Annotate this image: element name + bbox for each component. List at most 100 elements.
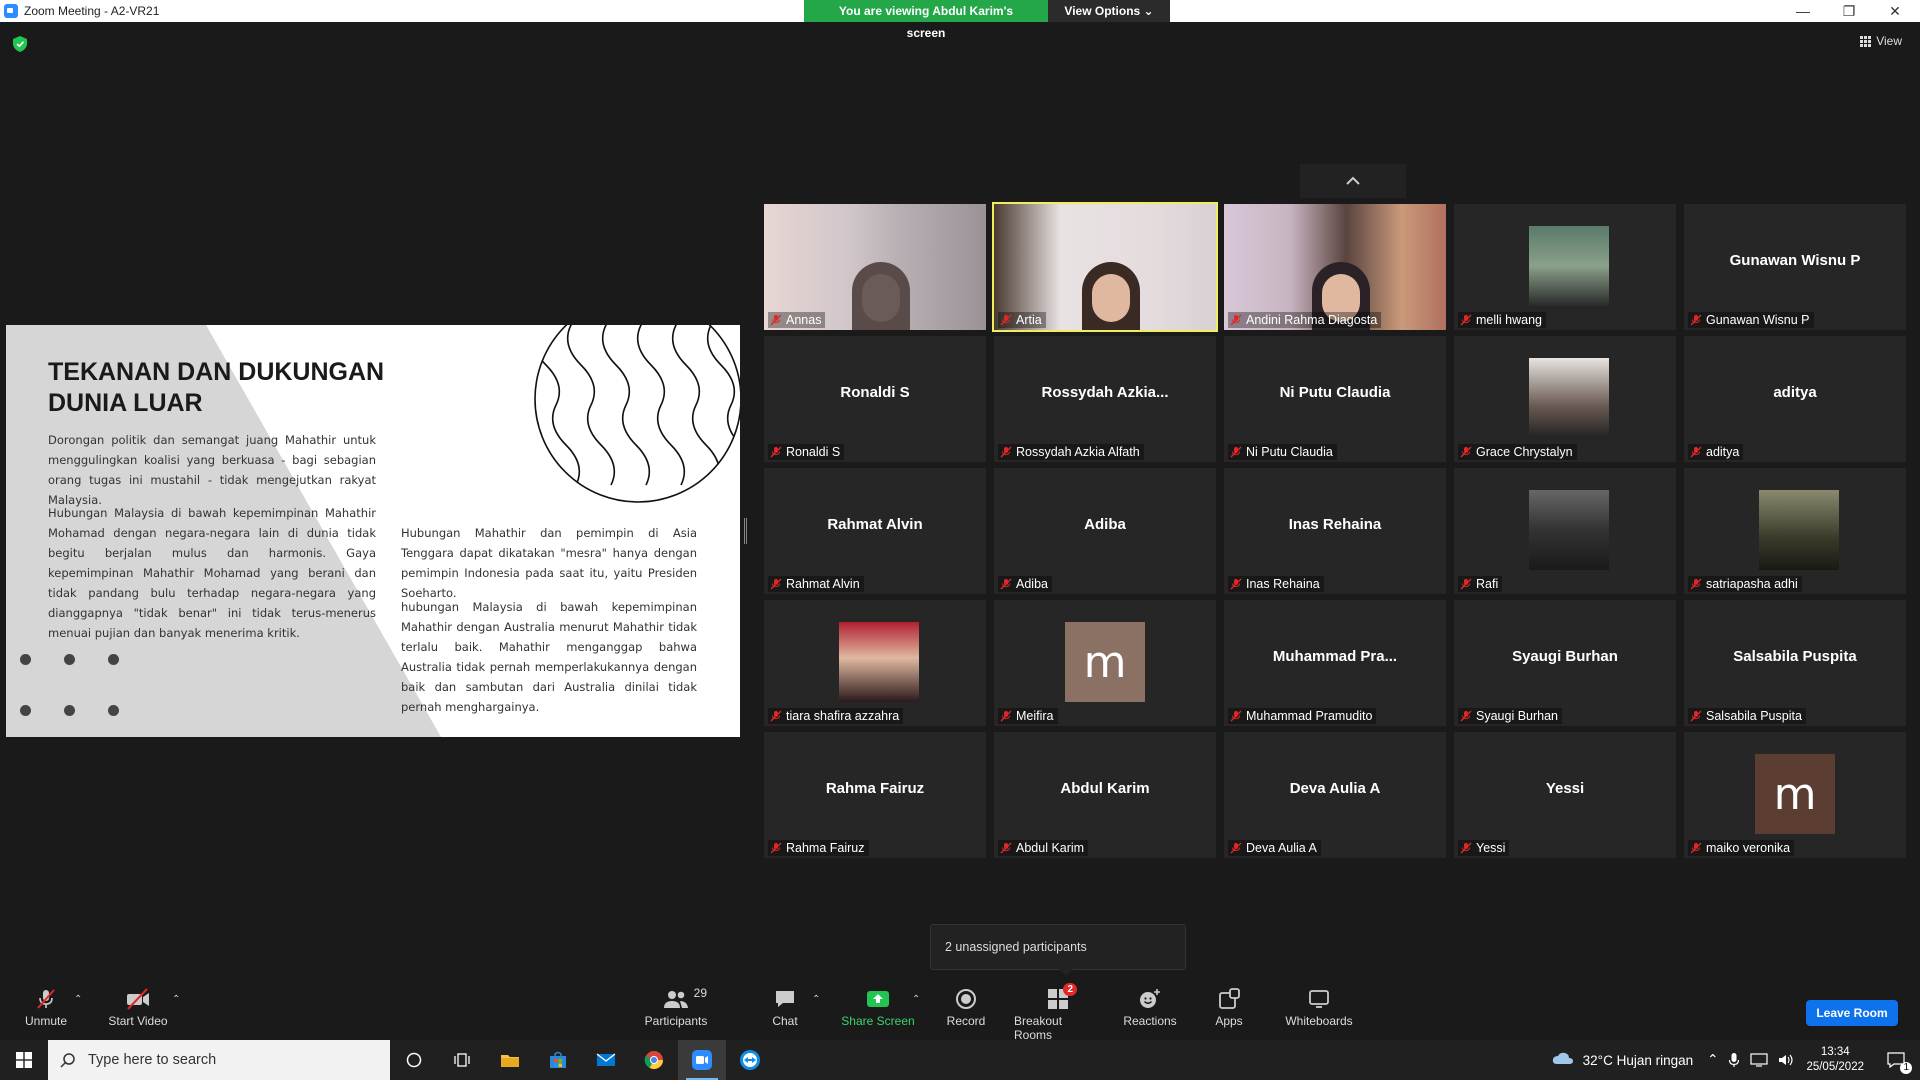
apps-button[interactable]: Apps bbox=[1214, 986, 1244, 1028]
video-options-caret[interactable]: ⌃ bbox=[172, 994, 180, 1005]
slide-paragraph-2: Hubungan Malaysia di bawah kepemimpinan … bbox=[48, 506, 376, 640]
participant-name: Grace Chrystalyn bbox=[1476, 445, 1573, 459]
participant-tile[interactable]: Deva Aulia A Deva Aulia A bbox=[1224, 732, 1446, 858]
participant-tile[interactable]: Ronaldi S Ronaldi S bbox=[764, 336, 986, 462]
participant-photo bbox=[1529, 226, 1609, 306]
participant-tile[interactable]: melli hwang bbox=[1454, 204, 1676, 330]
participant-tile[interactable]: satriapasha adhi bbox=[1684, 468, 1906, 594]
participant-tile[interactable]: Adiba Adiba bbox=[994, 468, 1216, 594]
participant-display-name: aditya bbox=[1773, 384, 1817, 401]
record-button[interactable]: Record bbox=[946, 986, 986, 1028]
participant-tile[interactable]: Inas Rehaina Inas Rehaina bbox=[1224, 468, 1446, 594]
participant-tile[interactable]: Annas bbox=[764, 204, 986, 330]
taskbar-clock[interactable]: 13:34 25/05/2022 bbox=[1806, 1045, 1864, 1075]
zoom-taskbar-icon[interactable] bbox=[678, 1040, 726, 1080]
muted-mic-icon bbox=[1690, 314, 1702, 326]
participant-tile[interactable]: Gunawan Wisnu P Gunawan Wisnu P bbox=[1684, 204, 1906, 330]
participant-tile[interactable]: Rahmat Alvin Rahmat Alvin bbox=[764, 468, 986, 594]
close-icon[interactable]: ✕ bbox=[1872, 0, 1918, 22]
share-screen-button[interactable]: Share Screen bbox=[840, 986, 916, 1028]
participant-name: Rossydah Azkia Alfath bbox=[1016, 445, 1140, 459]
wave-pattern bbox=[535, 325, 740, 486]
tray-overflow-icon[interactable]: ⌃ bbox=[1707, 1052, 1718, 1068]
audio-options-caret[interactable]: ⌃ bbox=[74, 994, 82, 1005]
start-button[interactable] bbox=[0, 1040, 48, 1080]
volume-icon[interactable] bbox=[1778, 1053, 1794, 1067]
teamviewer-icon[interactable] bbox=[726, 1040, 774, 1080]
notifications-button[interactable]: 1 bbox=[1878, 1052, 1914, 1074]
chrome-icon[interactable] bbox=[630, 1040, 678, 1080]
weather-text[interactable]: 32°C Hujan ringan bbox=[1583, 1053, 1693, 1068]
system-tray: 32°C Hujan ringan ⌃ 13:34 25/05/2022 1 bbox=[1551, 1040, 1920, 1080]
view-layout-button[interactable]: View bbox=[1860, 34, 1902, 48]
chat-options-caret[interactable]: ⌃ bbox=[812, 994, 820, 1005]
chat-icon bbox=[776, 991, 794, 1007]
participant-name-label: Salsabila Puspita bbox=[1688, 708, 1806, 724]
windows-taskbar: Type here to search 32°C Hujan ringan ⌃ … bbox=[0, 1040, 1920, 1080]
chat-button[interactable]: Chat bbox=[770, 986, 800, 1028]
participant-name-label: tiara shafira azzahra bbox=[768, 708, 904, 724]
participant-avatar: m bbox=[1065, 622, 1145, 702]
gallery-scroll-up-button[interactable] bbox=[1300, 164, 1406, 198]
share-options-caret[interactable]: ⌃ bbox=[912, 994, 920, 1005]
leave-room-button[interactable]: Leave Room bbox=[1806, 1000, 1898, 1026]
microphone-in-use-icon[interactable] bbox=[1728, 1052, 1740, 1068]
participant-name-label: Annas bbox=[768, 312, 826, 328]
chevron-up-icon bbox=[1346, 176, 1360, 185]
participant-tile[interactable]: Muhammad Pra... Muhammad Pramudito bbox=[1224, 600, 1446, 726]
whiteboards-button[interactable]: Whiteboards bbox=[1284, 986, 1354, 1028]
encryption-shield-icon[interactable] bbox=[13, 36, 27, 52]
muted-mic-icon bbox=[1000, 842, 1012, 854]
participant-tile[interactable]: Ni Putu Claudia Ni Putu Claudia bbox=[1224, 336, 1446, 462]
muted-mic-icon bbox=[1000, 446, 1012, 458]
split-view-divider[interactable] bbox=[744, 518, 747, 544]
microsoft-store-icon[interactable] bbox=[534, 1040, 582, 1080]
participant-tile[interactable]: m Meifira bbox=[994, 600, 1216, 726]
participant-tile[interactable]: m maiko veronika bbox=[1684, 732, 1906, 858]
breakout-rooms-button[interactable]: 2 Breakout Rooms bbox=[1014, 983, 1102, 1042]
muted-mic-icon bbox=[1690, 446, 1702, 458]
reactions-button[interactable]: Reactions bbox=[1123, 986, 1177, 1028]
participant-tile[interactable]: aditya aditya bbox=[1684, 336, 1906, 462]
participant-tile[interactable]: Syaugi Burhan Syaugi Burhan bbox=[1454, 600, 1676, 726]
participants-button[interactable]: 29 Participants bbox=[640, 986, 712, 1028]
participant-name: Rafi bbox=[1476, 577, 1499, 591]
participant-display-name: Adiba bbox=[1084, 516, 1126, 533]
participant-tile[interactable]: Andini Rahma Diagosta bbox=[1224, 204, 1446, 330]
slide-paragraph-4: hubungan Malaysia di bawah kepemimpinan … bbox=[401, 600, 697, 714]
participant-name: Gunawan Wisnu P bbox=[1706, 313, 1810, 327]
restore-icon[interactable]: ❐ bbox=[1826, 0, 1872, 22]
participant-photo bbox=[1529, 358, 1609, 438]
participant-display-name: Abdul Karim bbox=[1060, 780, 1150, 797]
cortana-icon[interactable] bbox=[390, 1040, 438, 1080]
participant-tile[interactable]: tiara shafira azzahra bbox=[764, 600, 986, 726]
participant-tile[interactable]: Salsabila Puspita Salsabila Puspita bbox=[1684, 600, 1906, 726]
minimize-icon[interactable]: — bbox=[1780, 0, 1826, 22]
slide-title: TEKANAN DAN DUKUNGAN DUNIA LUAR bbox=[48, 358, 385, 417]
participant-photo bbox=[839, 622, 919, 702]
window-title: Zoom Meeting - A2-VR21 bbox=[24, 4, 160, 18]
muted-mic-icon bbox=[1230, 314, 1242, 326]
participant-tile[interactable]: Rafi bbox=[1454, 468, 1676, 594]
meeting-toolbar: Unmute ⌃ Start Video ⌃ 29 Participants C… bbox=[0, 976, 1920, 1042]
participant-avatar: m bbox=[1755, 754, 1835, 834]
file-explorer-icon[interactable] bbox=[486, 1040, 534, 1080]
view-options-button[interactable]: View Options ⌄ bbox=[1048, 0, 1170, 22]
share-screen-icon bbox=[867, 991, 889, 1007]
participant-tile[interactable]: Grace Chrystalyn bbox=[1454, 336, 1676, 462]
video-off-icon bbox=[127, 988, 149, 1010]
participant-tile[interactable]: Rossydah Azkia... Rossydah Azkia Alfath bbox=[994, 336, 1216, 462]
network-icon[interactable] bbox=[1750, 1053, 1769, 1067]
participant-tile[interactable]: Rahma Fairuz Rahma Fairuz bbox=[764, 732, 986, 858]
participant-name: Rahmat Alvin bbox=[786, 577, 860, 591]
mail-icon[interactable] bbox=[582, 1040, 630, 1080]
task-view-icon[interactable] bbox=[438, 1040, 486, 1080]
viewing-screen-message: You are viewing Abdul Karim's screen bbox=[804, 0, 1048, 40]
muted-mic-icon bbox=[1460, 578, 1472, 590]
participant-tile[interactable]: Abdul Karim Abdul Karim bbox=[994, 732, 1216, 858]
taskbar-search-box[interactable]: Type here to search bbox=[48, 1040, 390, 1080]
unmute-button[interactable]: Unmute bbox=[22, 986, 70, 1028]
start-video-button[interactable]: Start Video bbox=[106, 986, 170, 1028]
participant-tile[interactable]: Yessi Yessi bbox=[1454, 732, 1676, 858]
participant-tile[interactable]: Artia bbox=[992, 202, 1218, 332]
